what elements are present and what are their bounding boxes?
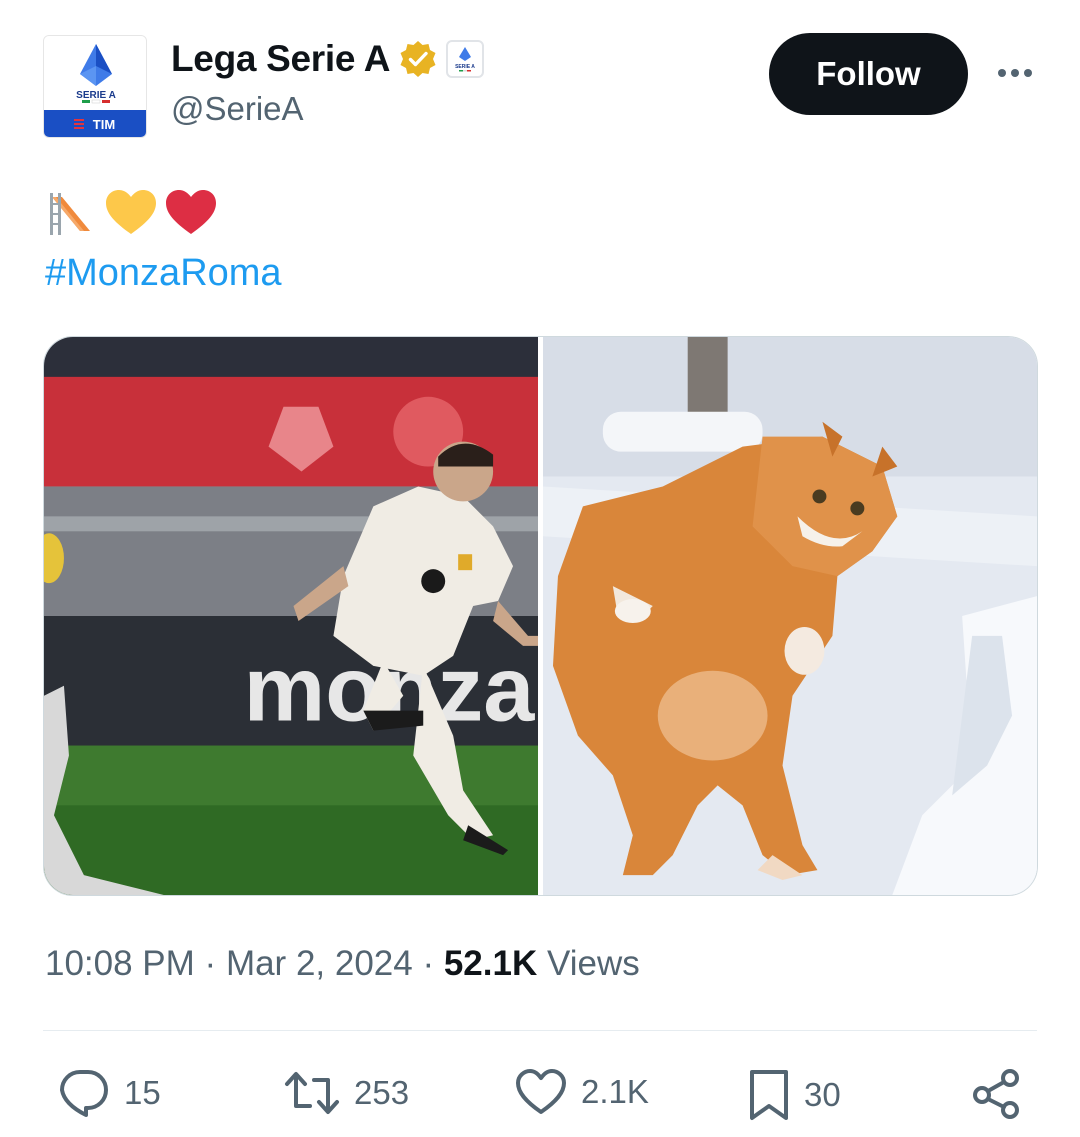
share-button[interactable] [970, 1068, 1022, 1120]
heart-icon [516, 1069, 566, 1114]
photo-orange-cat-in-snow[interactable] [543, 337, 1037, 895]
svg-text:SERIE A: SERIE A [76, 90, 116, 101]
like-button[interactable]: 2.1K [515, 1068, 649, 1116]
affiliate-badge[interactable]: SERIE A [446, 40, 485, 78]
views-label: Views [546, 944, 640, 983]
verified-gold-check-icon[interactable] [398, 39, 438, 79]
share-icon [973, 1069, 1019, 1119]
more-dots-icon[interactable] [990, 58, 1040, 88]
reply-icon [60, 1070, 108, 1117]
avatar-tim-band: TIM [44, 110, 146, 137]
like-count: 2.1K [581, 1073, 649, 1110]
serie-a-logo-icon: SERIE A [76, 44, 116, 104]
author-name-row: Lega Serie A SERIE A [171, 38, 485, 80]
yellow-heart-emoji [106, 189, 156, 234]
avatar[interactable]: SERIE A TIM [43, 35, 147, 138]
avatar-tim-text: TIM [93, 117, 115, 132]
tweet-meta-line: 10:08 PM · Mar 2, 2024 · 52.1K Views [45, 944, 640, 984]
svg-text:SERIE A: SERIE A [455, 64, 475, 70]
display-name[interactable]: Lega Serie A [171, 38, 390, 80]
red-heart-emoji [166, 189, 216, 234]
football-player-image: monza [44, 337, 538, 895]
repost-count: 253 [354, 1074, 410, 1111]
serie-a-affiliate-icon: SERIE A [455, 47, 475, 72]
tweet-action-bar: 15 253 2.1K 30 [0, 1068, 1080, 1128]
author-handle[interactable]: @SerieA [171, 90, 304, 128]
bookmark-count: 30 [804, 1076, 841, 1113]
orange-cat-image [543, 337, 1037, 895]
views-count: 52.1K [443, 944, 538, 983]
repost-icon [285, 1072, 339, 1114]
avatar-logo-area: SERIE A [44, 36, 146, 112]
slide-emoji [50, 192, 90, 235]
repost-button[interactable]: 253 [284, 1068, 409, 1118]
divider [43, 1030, 1037, 1031]
reply-count: 15 [124, 1074, 161, 1111]
meta-separator: · [204, 944, 217, 983]
bookmark-icon [750, 1070, 788, 1120]
tweet-time[interactable]: 10:08 PM [45, 944, 195, 983]
bookmark-button[interactable]: 30 [748, 1068, 841, 1122]
reply-button[interactable]: 15 [58, 1068, 161, 1118]
tweet-media-grid[interactable]: monza [43, 336, 1038, 896]
follow-button[interactable]: Follow [769, 33, 968, 115]
photo-football-player[interactable]: monza [44, 337, 538, 895]
tweet-date[interactable]: Mar 2, 2024 [226, 944, 413, 983]
meta-separator: · [422, 944, 435, 983]
hashtag-link[interactable]: #MonzaRoma [45, 252, 282, 295]
tweet-emoji-line [46, 185, 218, 240]
